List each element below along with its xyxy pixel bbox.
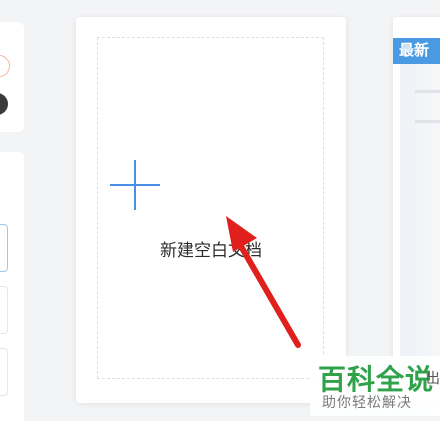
watermark-subtitle: 助你轻松解决 xyxy=(322,395,412,411)
watermark-partial-text: 出 xyxy=(426,370,440,386)
